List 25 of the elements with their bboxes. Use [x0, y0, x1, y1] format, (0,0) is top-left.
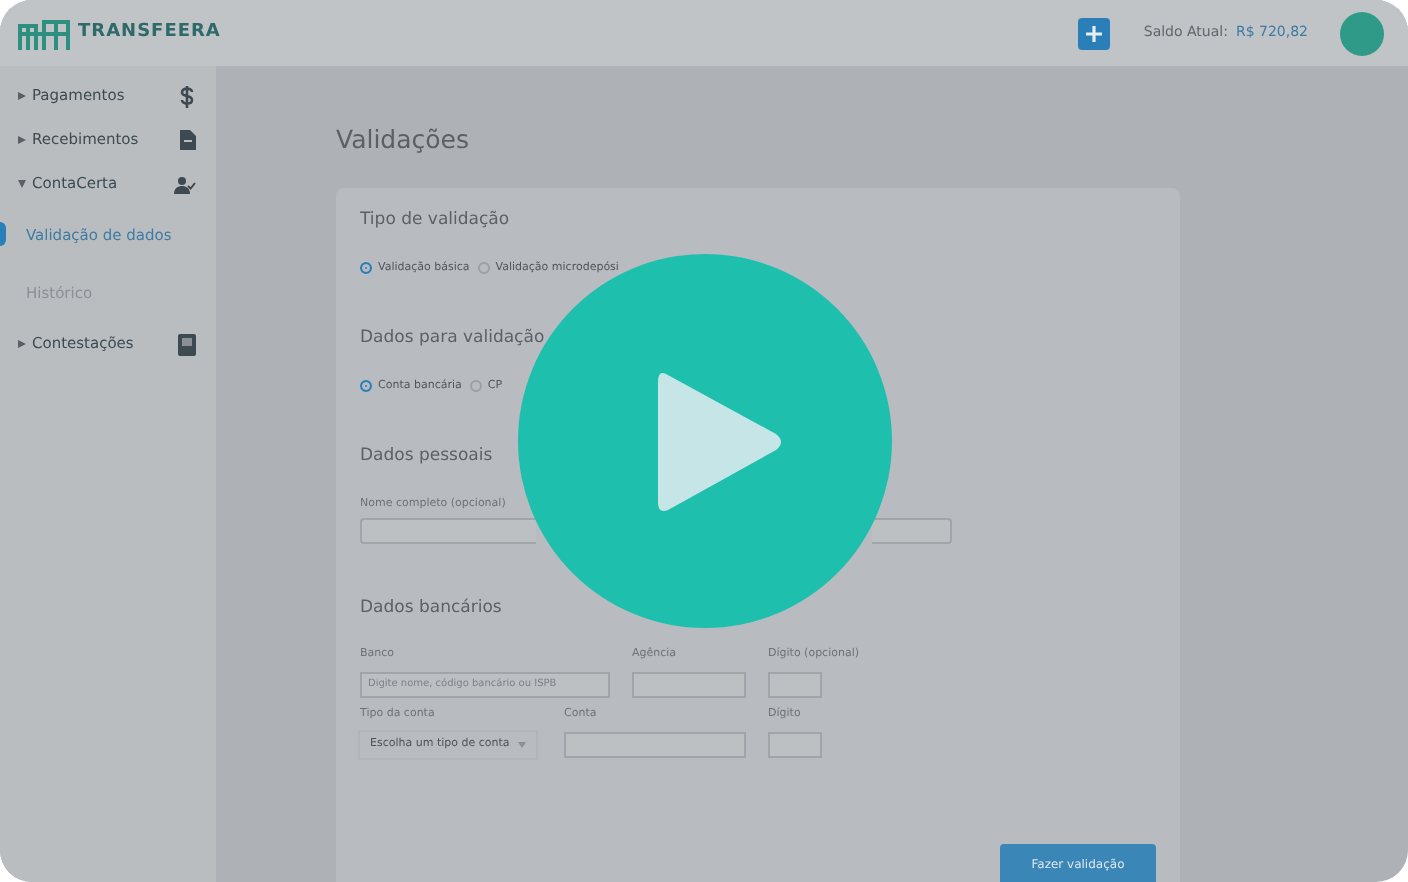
section-title: Tipo de validação	[360, 207, 510, 233]
caret-icon	[18, 136, 26, 144]
section-title: Dados para validação	[360, 325, 545, 351]
caret-icon	[18, 92, 26, 100]
input-field[interactable]	[768, 732, 822, 758]
dollar-icon	[180, 85, 196, 107]
avatar[interactable]	[1340, 11, 1384, 55]
caret-icon	[517, 742, 526, 748]
plus-icon	[1085, 25, 1102, 41]
input-field[interactable]	[768, 671, 822, 698]
section-title: Dados pessoais	[360, 443, 493, 469]
book-icon	[178, 333, 196, 355]
add-button[interactable]	[1077, 17, 1110, 49]
document-icon	[180, 130, 196, 150]
name-field[interactable]	[872, 517, 952, 544]
input-field[interactable]	[632, 671, 746, 698]
section-title: Dados bancários	[360, 595, 502, 621]
logo-text: TRANSFEERA	[78, 19, 221, 46]
user-check-icon	[174, 175, 196, 193]
caret-icon	[18, 340, 26, 348]
input-field[interactable]	[564, 732, 746, 758]
page-title: Validações	[336, 122, 472, 158]
name-field[interactable]	[360, 517, 536, 544]
logo-icon	[16, 17, 72, 49]
caret-icon	[18, 180, 26, 188]
